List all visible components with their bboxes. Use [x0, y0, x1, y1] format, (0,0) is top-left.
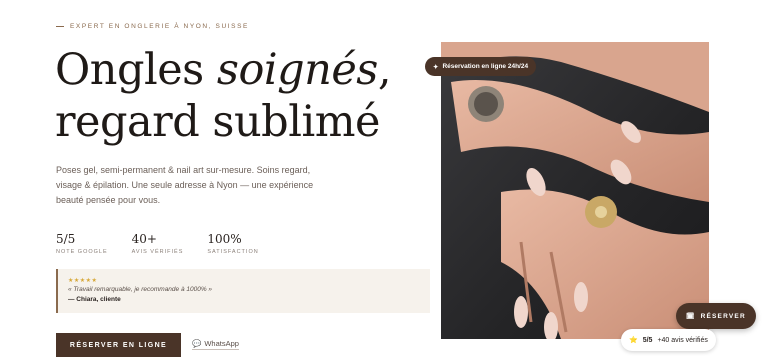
stat-google-rating: 5/5 NOTE GOOGLE [56, 232, 108, 255]
calendar-icon: 🗓 [686, 313, 696, 320]
book-online-button[interactable]: RÉSERVER EN LIGNE [56, 333, 181, 357]
eyebrow-text: EXPERT EN ONGLERIE À NYON, SUISSE [70, 23, 249, 30]
whatsapp-label: WhatsApp [204, 339, 239, 348]
stat-verified-reviews: 40+ AVIS VÉRIFIÉS [132, 232, 184, 255]
rating-score: 5/5 [642, 336, 653, 344]
rating-stars-icon: ★★★★★ [68, 278, 98, 284]
stat-satisfaction: 100% SATISFACTION [207, 232, 258, 255]
booking-badge: ✦ Réservation en ligne 24h/24 [425, 57, 537, 76]
hero-title-part2: , [377, 45, 392, 95]
rating-chip: ⭐ 5/5 +40 avis vérifiés [621, 329, 716, 351]
hands-nails-image [441, 42, 709, 339]
rating-reviews: +40 avis vérifiés [657, 336, 708, 344]
booking-badge-label: Réservation en ligne 24h/24 [442, 63, 529, 70]
stat-value: 100% [207, 232, 242, 246]
stat-value: 5/5 [56, 232, 76, 246]
hero-title-emphasis: soignés [216, 45, 378, 95]
hero-title: Ongles soignés, regard sublimé [55, 44, 392, 148]
stat-caption: SATISFACTION [207, 249, 259, 255]
hero-lead: Poses gel, semi-permanent & nail art sur… [56, 165, 314, 205]
stats-row: 5/5 NOTE GOOGLE 40+ AVIS VÉRIFIÉS 100% S… [56, 232, 259, 255]
star-icon: ⭐ [629, 337, 638, 344]
stat-value: 40+ [131, 232, 157, 246]
sparkle-icon: ✦ [433, 63, 439, 71]
testimonial-card: ★★★★★ « Travail remarquable, je recomman… [56, 269, 430, 313]
testimonial-quote: « Travail remarquable, je recommande à 1… [68, 286, 213, 293]
testimonial-author: — Chiara, cliente [68, 296, 121, 303]
hero-photo [441, 42, 709, 339]
stat-caption: AVIS VÉRIFIÉS [131, 249, 184, 255]
reserve-floating-button[interactable]: 🗓 RÉSERVER [676, 303, 756, 329]
eyebrow-dash [56, 26, 64, 27]
hero-title-part1: Ongles [55, 45, 217, 95]
chat-bubble-icon: 💬 [192, 339, 202, 348]
hero-title-line2: regard sublimé [55, 97, 380, 147]
hero-eyebrow: EXPERT EN ONGLERIE À NYON, SUISSE [56, 23, 249, 30]
reserve-label: RÉSERVER [700, 312, 746, 320]
whatsapp-link[interactable]: 💬 WhatsApp [192, 339, 239, 350]
stat-caption: NOTE GOOGLE [56, 249, 108, 255]
